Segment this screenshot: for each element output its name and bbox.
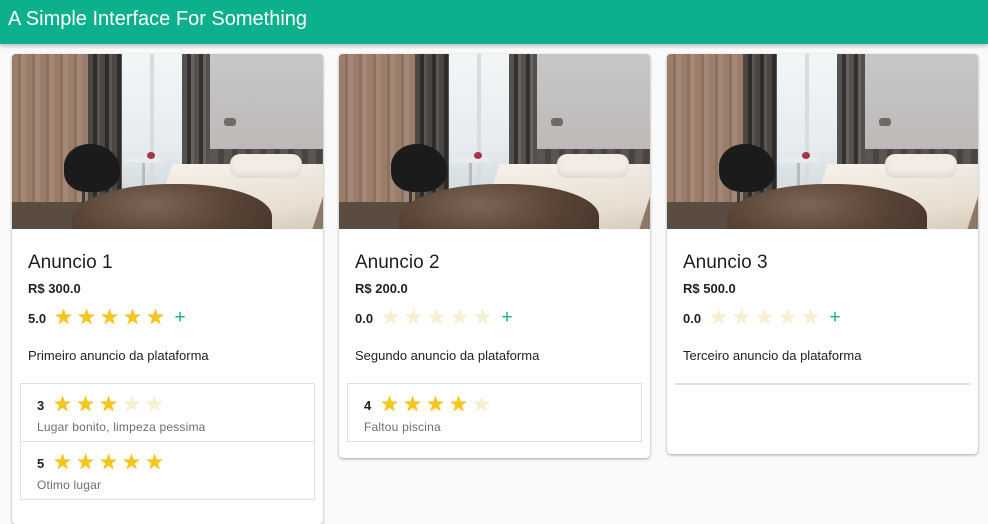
review-list: 3 ★ ★ ★ ★ ★ Lugar bonito, limpeza pessima 5 … [20,383,315,500]
star-icon: ★ [473,306,492,329]
star-icon: ★ [450,306,469,329]
listing-price: R$ 300.0 [28,281,81,296]
star-icon: ★ [53,451,72,474]
star-icon: ★ [122,393,141,416]
listing-description: Segundo anuncio da plataforma [355,348,540,363]
star-rating: ★ ★ ★ ★ ★ [379,307,494,329]
star-icon: ★ [380,393,399,416]
review-text: Faltou piscina [364,420,441,434]
review-stars: ★ ★ ★ ★ ★ [51,452,166,474]
star-icon: ★ [449,393,468,416]
review-item: 3 ★ ★ ★ ★ ★ Lugar bonito, limpeza pessima [21,384,314,442]
listing-rating: 0.0 ★ ★ ★ ★ ★ + [683,306,962,330]
listing-card[interactable]: Anuncio 1 R$ 300.0 5.0 ★ ★ ★ ★ ★ + Primeiro … [12,54,323,524]
listing-description: Primeiro anuncio da plataforma [28,348,209,363]
listing-card[interactable]: Anuncio 2 R$ 200.0 0.0 ★ ★ ★ ★ ★ + Segundo a… [339,54,650,458]
listing-price: R$ 200.0 [355,281,408,296]
star-icon: ★ [145,451,164,474]
listing-rating: 5.0 ★ ★ ★ ★ ★ + [28,306,307,330]
star-icon: ★ [99,393,118,416]
star-icon: ★ [755,306,774,329]
rating-value: 0.0 [683,310,702,326]
review-stars: ★ ★ ★ ★ ★ [51,394,166,416]
star-icon: ★ [472,393,491,416]
review-text: Otimo lugar [37,478,102,492]
review-text: Lugar bonito, limpeza pessima [37,420,206,434]
star-icon: ★ [77,306,96,329]
star-icon: ★ [426,393,445,416]
listing-image [667,54,978,229]
review-stars: ★ ★ ★ ★ ★ [378,394,493,416]
star-icon: ★ [122,451,141,474]
star-icon: ★ [427,306,446,329]
add-review-button[interactable]: + [500,307,514,329]
rating-value: 5.0 [28,310,47,326]
review-item: 4 ★ ★ ★ ★ ★ Faltou piscina [348,384,641,441]
listing-image [339,54,650,229]
star-icon: ★ [381,306,400,329]
review-list: 4 ★ ★ ★ ★ ★ Faltou piscina [347,383,642,442]
listing-title: Anuncio 2 [355,252,440,273]
review-list [675,383,970,386]
star-icon: ★ [732,306,751,329]
star-icon: ★ [404,306,423,329]
star-icon: ★ [145,393,164,416]
star-icon: ★ [778,306,797,329]
review-score: 4 [364,397,372,413]
star-icon: ★ [100,306,119,329]
star-icon: ★ [146,306,165,329]
app-title: A Simple Interface For Something [8,8,308,30]
review-item: 5 ★ ★ ★ ★ ★ Otimo lugar [21,442,314,499]
star-icon: ★ [801,306,820,329]
listing-rating: 0.0 ★ ★ ★ ★ ★ + [355,306,634,330]
listing-title: Anuncio 1 [28,252,113,273]
review-score: 3 [37,397,45,413]
star-icon: ★ [53,393,72,416]
star-icon: ★ [123,306,142,329]
rating-value: 0.0 [355,310,374,326]
app-bar: A Simple Interface For Something [0,0,988,44]
review-score: 5 [37,455,45,471]
star-icon: ★ [76,393,95,416]
listing-image [12,54,323,229]
star-rating: ★ ★ ★ ★ ★ [52,307,167,329]
listing-description: Terceiro anuncio da plataforma [683,348,862,363]
star-rating: ★ ★ ★ ★ ★ [707,307,822,329]
add-review-button[interactable]: + [173,307,187,329]
star-icon: ★ [709,306,728,329]
listing-card[interactable]: Anuncio 3 R$ 500.0 0.0 ★ ★ ★ ★ ★ + Terceiro … [667,54,978,454]
star-icon: ★ [76,451,95,474]
star-icon: ★ [99,451,118,474]
listing-price: R$ 500.0 [683,281,736,296]
listing-title: Anuncio 3 [683,252,768,273]
add-review-button[interactable]: + [828,307,842,329]
star-icon: ★ [403,393,422,416]
star-icon: ★ [54,306,73,329]
